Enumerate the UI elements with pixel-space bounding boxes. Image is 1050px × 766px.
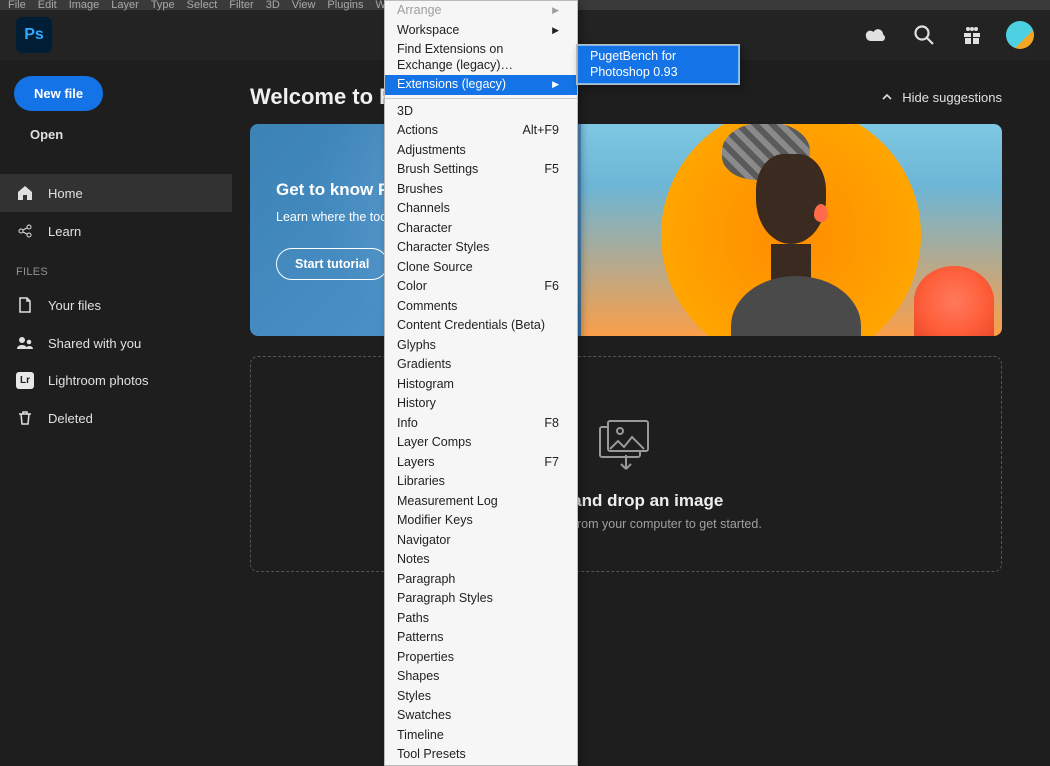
open-button[interactable]: Open bbox=[14, 119, 79, 150]
menu-select[interactable]: Select bbox=[187, 0, 218, 11]
window-menu-item[interactable]: Navigator bbox=[385, 531, 577, 551]
window-menu-dropdown[interactable]: Arrange▶Workspace▶Find Extensions on Exc… bbox=[384, 0, 578, 766]
window-menu-item[interactable]: Shapes bbox=[385, 667, 577, 687]
cloud-icon[interactable] bbox=[862, 21, 890, 49]
search-icon[interactable] bbox=[910, 21, 938, 49]
new-file-button[interactable]: New file bbox=[14, 76, 103, 111]
menu-type[interactable]: Type bbox=[151, 0, 175, 11]
window-menu-item[interactable]: Clone Source bbox=[385, 258, 577, 278]
photoshop-logo: Ps bbox=[16, 17, 52, 53]
window-menu-item[interactable]: Timeline bbox=[385, 726, 577, 746]
drop-title: Drag and drop an image bbox=[271, 491, 981, 511]
sidebar: New file Open Home Learn FILES Your file… bbox=[0, 60, 232, 600]
window-menu-item[interactable]: Brush SettingsF5 bbox=[385, 160, 577, 180]
window-menu-item[interactable]: Character Styles bbox=[385, 238, 577, 258]
menu-edit[interactable]: Edit bbox=[38, 0, 57, 11]
chevron-up-icon bbox=[880, 90, 894, 104]
hero-banner: Get to know Photoshop Learn where the to… bbox=[250, 124, 1002, 336]
sidebar-item-lightroom[interactable]: Lr Lightroom photos bbox=[0, 362, 232, 399]
window-menu-item[interactable]: Swatches bbox=[385, 706, 577, 726]
shared-icon bbox=[16, 334, 34, 352]
window-menu-item[interactable]: Paragraph bbox=[385, 570, 577, 590]
sidebar-item-label: Your files bbox=[48, 298, 101, 313]
window-menu-item[interactable]: Content Credentials (Beta) bbox=[385, 316, 577, 336]
window-menu-item[interactable]: 3D bbox=[385, 102, 577, 122]
trash-icon bbox=[16, 409, 34, 427]
hide-suggestions-button[interactable]: Hide suggestions bbox=[880, 90, 1002, 105]
menu-filter[interactable]: Filter bbox=[229, 0, 253, 11]
learn-icon bbox=[16, 222, 34, 240]
window-menu-item[interactable]: Notes bbox=[385, 550, 577, 570]
files-section-header: FILES bbox=[0, 258, 232, 286]
lightroom-icon: Lr bbox=[16, 372, 34, 389]
extensions-submenu[interactable]: PugetBench for Photoshop 0.93 bbox=[576, 44, 740, 85]
window-menu-item[interactable]: History bbox=[385, 394, 577, 414]
menu-plugins[interactable]: Plugins bbox=[327, 0, 363, 11]
window-menu-item[interactable]: Find Extensions on Exchange (legacy)… bbox=[385, 40, 577, 75]
sidebar-item-label: Home bbox=[48, 186, 83, 201]
sidebar-item-label: Lightroom photos bbox=[48, 373, 148, 388]
window-menu-item[interactable]: Adjustments bbox=[385, 141, 577, 161]
sidebar-item-home[interactable]: Home bbox=[0, 174, 232, 212]
menu-image[interactable]: Image bbox=[69, 0, 100, 11]
home-icon bbox=[16, 184, 34, 202]
main-content: Welcome to Photoshop Hide suggestions Ge… bbox=[232, 60, 1050, 600]
start-tutorial-button[interactable]: Start tutorial bbox=[276, 248, 388, 280]
window-menu-item[interactable]: Paragraph Styles bbox=[385, 589, 577, 609]
submenu-item-pugetbench[interactable]: PugetBench for Photoshop 0.93 bbox=[578, 46, 738, 83]
sidebar-item-label: Deleted bbox=[48, 411, 93, 426]
window-menu-item[interactable]: Arrange▶ bbox=[385, 1, 577, 21]
window-menu-item[interactable]: Properties bbox=[385, 648, 577, 668]
user-avatar[interactable] bbox=[1006, 21, 1034, 49]
window-menu-item[interactable]: LayersF7 bbox=[385, 453, 577, 473]
window-menu-item[interactable]: Channels bbox=[385, 199, 577, 219]
window-menu-item[interactable]: Layer Comps bbox=[385, 433, 577, 453]
window-menu-item[interactable]: Patterns bbox=[385, 628, 577, 648]
hero-artwork bbox=[581, 124, 1002, 336]
window-menu-item[interactable]: Workspace▶ bbox=[385, 21, 577, 41]
sidebar-item-label: Shared with you bbox=[48, 336, 141, 351]
window-menu-item[interactable]: Libraries bbox=[385, 472, 577, 492]
window-menu-item[interactable]: Character bbox=[385, 219, 577, 239]
sidebar-item-shared[interactable]: Shared with you bbox=[0, 324, 232, 362]
drop-subtitle: Or select a file from your computer to g… bbox=[271, 517, 981, 531]
menu-file[interactable]: File bbox=[8, 0, 26, 11]
window-menu-item[interactable]: ActionsAlt+F9 bbox=[385, 121, 577, 141]
sidebar-item-label: Learn bbox=[48, 224, 81, 239]
gift-icon[interactable] bbox=[958, 21, 986, 49]
window-menu-item[interactable]: Histogram bbox=[385, 375, 577, 395]
window-menu-item[interactable]: Measurement Log bbox=[385, 492, 577, 512]
window-menu-item[interactable]: Styles bbox=[385, 687, 577, 707]
window-menu-item[interactable]: ColorF6 bbox=[385, 277, 577, 297]
sidebar-item-your-files[interactable]: Your files bbox=[0, 286, 232, 324]
menu-view[interactable]: View bbox=[292, 0, 316, 11]
sidebar-item-learn[interactable]: Learn bbox=[0, 212, 232, 250]
menu-3d[interactable]: 3D bbox=[266, 0, 280, 11]
sidebar-item-deleted[interactable]: Deleted bbox=[0, 399, 232, 437]
window-menu-item[interactable]: Brushes bbox=[385, 180, 577, 200]
window-menu-item[interactable]: Comments bbox=[385, 297, 577, 317]
window-menu-item[interactable]: Tool Presets bbox=[385, 745, 577, 765]
drop-zone[interactable]: Drag and drop an image Or select a file … bbox=[250, 356, 1002, 572]
image-drop-icon bbox=[596, 417, 656, 473]
window-menu-item[interactable]: Glyphs bbox=[385, 336, 577, 356]
hide-suggestions-label: Hide suggestions bbox=[902, 90, 1002, 105]
window-menu-item[interactable]: Modifier Keys bbox=[385, 511, 577, 531]
file-icon bbox=[16, 296, 34, 314]
menu-layer[interactable]: Layer bbox=[111, 0, 139, 11]
window-menu-item[interactable]: Extensions (legacy)▶ bbox=[385, 75, 577, 95]
window-menu-item[interactable]: InfoF8 bbox=[385, 414, 577, 434]
window-menu-item[interactable]: Gradients bbox=[385, 355, 577, 375]
window-menu-item[interactable]: Paths bbox=[385, 609, 577, 629]
